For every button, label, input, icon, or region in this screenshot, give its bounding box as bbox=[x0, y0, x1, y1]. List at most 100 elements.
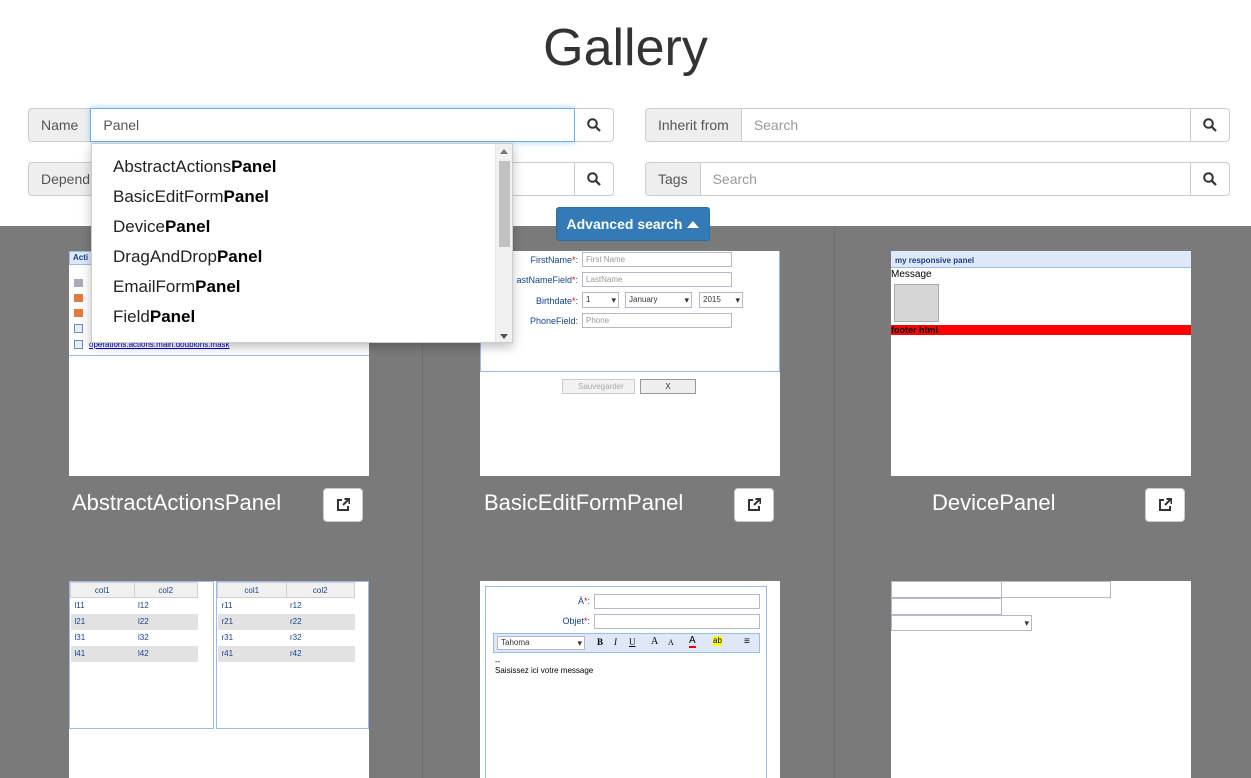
name-filter: Name bbox=[28, 108, 614, 142]
card-preview-basiceditform[interactable]: FirstName*: First Name astNameField*: La… bbox=[480, 251, 780, 476]
scroll-down-icon[interactable] bbox=[500, 334, 508, 339]
column-header: col1 bbox=[217, 582, 287, 598]
autocomplete-list: AbstractActionsPanel BasicEditFormPanel … bbox=[92, 144, 512, 332]
align-icon: ≡ bbox=[744, 636, 750, 647]
grow-font-icon: A bbox=[651, 636, 659, 647]
grid-cell: l12 bbox=[138, 601, 149, 611]
autocomplete-item[interactable]: EmailFormPanel bbox=[92, 272, 512, 302]
open-card-button[interactable] bbox=[734, 488, 774, 522]
column-header: col2 bbox=[285, 582, 355, 598]
inherit-filter-label: Inherit from bbox=[645, 108, 741, 142]
inherit-search-button[interactable] bbox=[1191, 108, 1230, 142]
scroll-up-icon[interactable] bbox=[500, 149, 508, 154]
grid-cell: r11 bbox=[221, 601, 233, 611]
grid-cell: r22 bbox=[286, 613, 355, 630]
card-preview-device[interactable]: my responsive panel Message footer html bbox=[891, 251, 1191, 476]
preview-footer: footer html bbox=[891, 325, 1191, 335]
inherit-filter-input[interactable] bbox=[740, 108, 1191, 142]
column-header: col2 bbox=[133, 582, 198, 598]
search-icon bbox=[587, 172, 601, 186]
depends-search-button[interactable] bbox=[575, 162, 614, 196]
field-input bbox=[1001, 581, 1111, 598]
autocomplete-item[interactable]: DevicePanel bbox=[92, 212, 512, 242]
name-filter-label: Name bbox=[28, 108, 91, 142]
tags-filter-label: Tags bbox=[645, 162, 700, 196]
search-icon bbox=[1203, 118, 1217, 132]
grid-cell: l41 bbox=[70, 645, 134, 662]
to-label: À*: bbox=[577, 596, 590, 606]
form-frame bbox=[480, 251, 780, 372]
search-icon bbox=[1203, 172, 1217, 186]
day-select: 1 bbox=[582, 292, 619, 308]
external-link-icon bbox=[748, 498, 761, 511]
action-icon bbox=[74, 279, 83, 287]
phone-input: Phone bbox=[582, 313, 732, 328]
grid-cell: r21 bbox=[217, 613, 286, 630]
right-grid: col1 col2 r11 r12 r21 r22 r31 r32 r41 r42 bbox=[216, 581, 369, 729]
card-title: BasicEditFormPanel bbox=[484, 490, 684, 515]
preview-image-placeholder bbox=[894, 284, 939, 322]
field-input bbox=[891, 598, 1002, 615]
year-select: 2015 bbox=[699, 292, 743, 308]
autocomplete-item[interactable]: AbstractActionsPanel bbox=[92, 152, 512, 182]
field-input bbox=[891, 581, 1002, 598]
open-card-button[interactable] bbox=[323, 488, 363, 522]
card-preview-field[interactable] bbox=[891, 581, 1191, 778]
card-preview-draganddrop[interactable]: col1 col2 l11 l12 l21 l22 l31 l32 l41 l42 col… bbox=[69, 581, 369, 778]
column-header: col1 bbox=[70, 582, 135, 598]
scrollbar-thumb[interactable] bbox=[499, 161, 510, 247]
inherit-filter: Inherit from bbox=[645, 108, 1230, 142]
grid-cell: l21 bbox=[70, 613, 134, 630]
advanced-search-label: Advanced search bbox=[566, 216, 683, 232]
name-search-button[interactable] bbox=[575, 108, 614, 142]
left-grid: col1 col2 l11 l12 l21 l22 l31 l32 l41 l42 bbox=[69, 581, 214, 729]
card-title: DevicePanel bbox=[932, 490, 1056, 515]
font-select: Tahoma bbox=[497, 636, 585, 650]
autocomplete-dropdown: AbstractActionsPanel BasicEditFormPanel … bbox=[91, 143, 513, 343]
grid-cell: r42 bbox=[286, 645, 355, 662]
autocomplete-item[interactable]: DragAndDropPanel bbox=[92, 242, 512, 272]
advanced-search-button[interactable]: Advanced search bbox=[556, 207, 710, 241]
cancel-button: X bbox=[640, 379, 696, 394]
grid-cell: r31 bbox=[221, 633, 234, 642]
divider bbox=[69, 355, 369, 356]
grid-cell: r12 bbox=[290, 601, 302, 611]
lastname-input: LastName bbox=[582, 272, 732, 287]
field-select bbox=[891, 615, 1032, 631]
italic-icon: I bbox=[614, 637, 617, 647]
page-icon bbox=[74, 340, 83, 349]
external-link-icon bbox=[337, 498, 350, 511]
bold-icon: B bbox=[597, 637, 604, 647]
open-card-button[interactable] bbox=[1145, 488, 1185, 522]
editor-toolbar: Tahoma B I U A A A ab ≡ bbox=[493, 633, 760, 653]
external-link-icon bbox=[1159, 498, 1172, 511]
card-preview-emailform[interactable]: À*: Objet*: Tahoma B I U A A A ab ≡ -- S… bbox=[480, 581, 780, 778]
firstname-input: First Name bbox=[582, 252, 732, 267]
dropdown-scrollbar[interactable] bbox=[495, 144, 512, 342]
tags-search-button[interactable] bbox=[1191, 162, 1230, 196]
preview-message: Message bbox=[891, 269, 932, 280]
underline-icon: U bbox=[629, 637, 636, 647]
save-button: Sauvegarder bbox=[562, 379, 635, 394]
subject-label: Objet*: bbox=[562, 616, 590, 626]
caret-up-icon bbox=[687, 221, 700, 228]
shrink-font-icon: A bbox=[668, 638, 674, 647]
action-icon bbox=[74, 309, 83, 317]
editor-separator: -- bbox=[495, 657, 501, 666]
page-title: Gallery bbox=[543, 19, 708, 77]
grid-cell: l31 bbox=[74, 633, 86, 642]
autocomplete-item[interactable]: BasicEditFormPanel bbox=[92, 182, 512, 212]
action-icon bbox=[74, 294, 83, 302]
highlight-icon: ab bbox=[713, 636, 722, 646]
editor-body: Saisissez ici votre message bbox=[495, 666, 594, 675]
grid-cell: r32 bbox=[290, 633, 302, 642]
month-select: January bbox=[625, 292, 692, 308]
preview-header: my responsive panel bbox=[891, 251, 1191, 268]
autocomplete-item[interactable]: FieldPanel bbox=[92, 302, 512, 332]
name-filter-input[interactable] bbox=[90, 108, 575, 142]
page-icon bbox=[74, 324, 83, 333]
grid-cell: l42 bbox=[134, 645, 198, 662]
tags-filter-input[interactable] bbox=[699, 162, 1191, 196]
grid-cell: l32 bbox=[138, 633, 149, 642]
font-color-icon: A bbox=[689, 635, 696, 648]
